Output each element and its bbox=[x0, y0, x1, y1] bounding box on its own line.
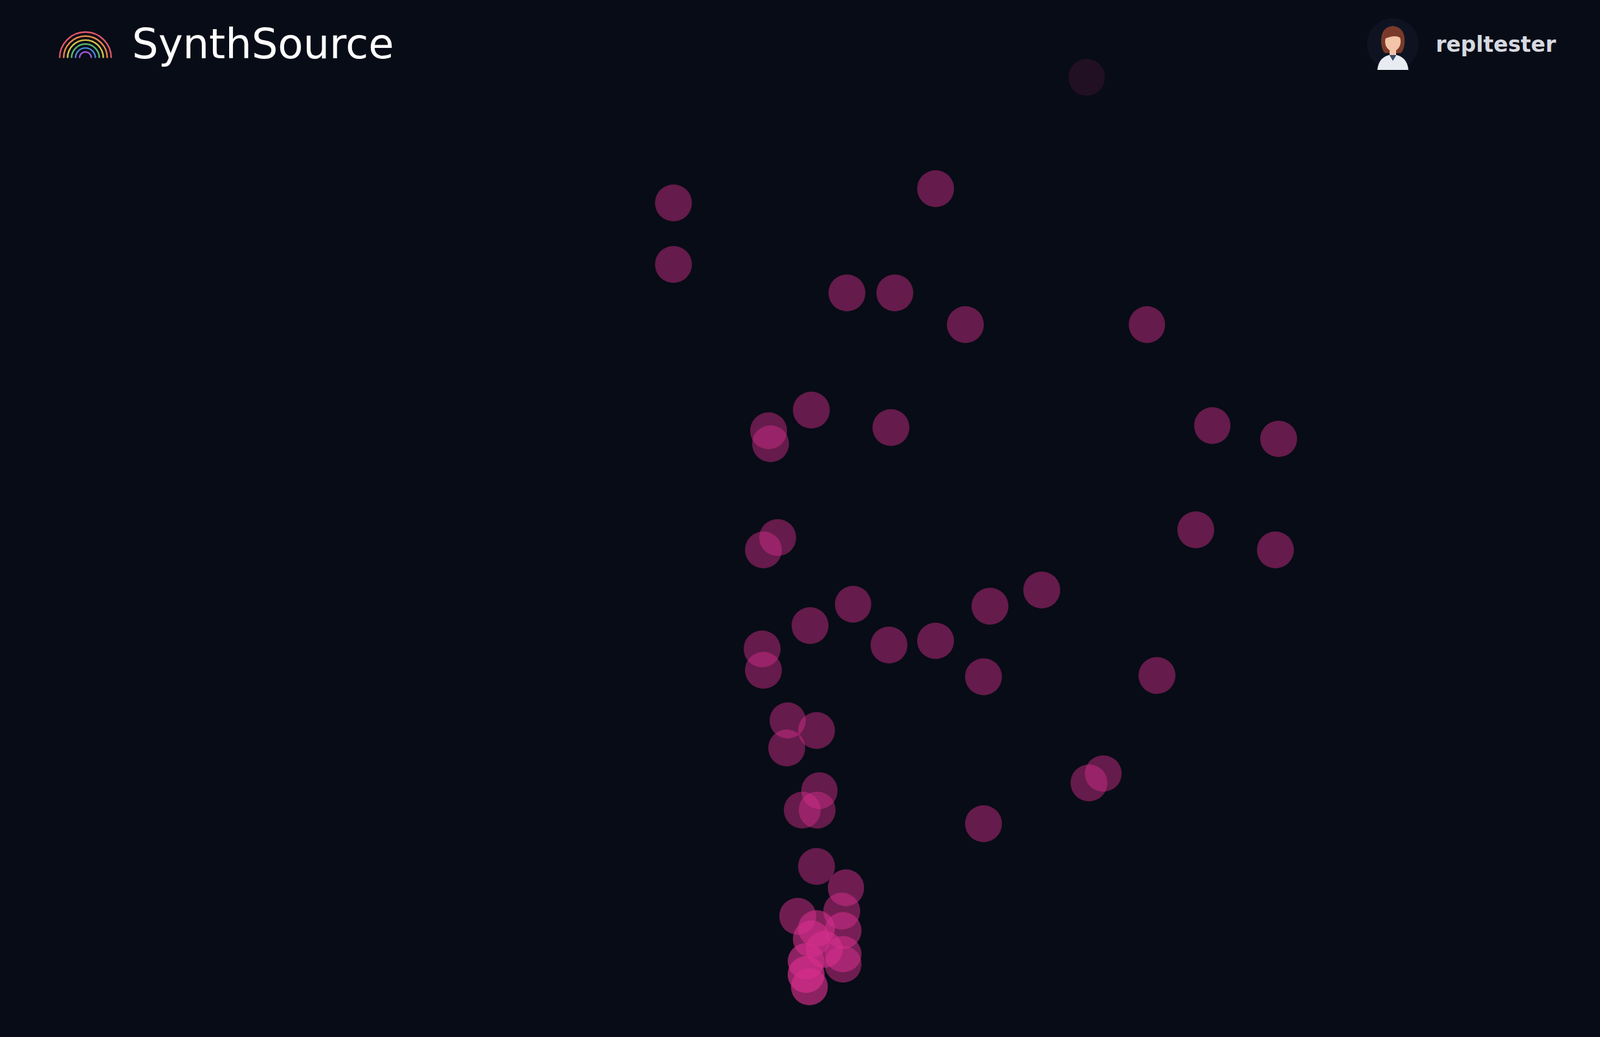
rainbow-logo-icon bbox=[55, 27, 116, 61]
particle bbox=[870, 626, 908, 664]
particle bbox=[971, 587, 1009, 625]
particle bbox=[834, 585, 872, 623]
particle bbox=[791, 607, 829, 645]
particle bbox=[1023, 571, 1061, 609]
particle bbox=[1177, 511, 1215, 549]
particle bbox=[876, 274, 914, 312]
user-avatar-icon bbox=[1366, 18, 1419, 70]
particle bbox=[1070, 764, 1108, 802]
particle bbox=[655, 245, 692, 283]
user-menu[interactable]: repltester bbox=[1366, 18, 1556, 70]
particle bbox=[965, 658, 1002, 696]
brand-name: SynthSource bbox=[132, 19, 395, 70]
particle bbox=[744, 531, 782, 569]
particle bbox=[744, 651, 782, 689]
brand[interactable]: SynthSource bbox=[55, 19, 395, 70]
particle bbox=[917, 170, 955, 208]
particle bbox=[1068, 58, 1106, 96]
particle bbox=[965, 805, 1002, 843]
page: SynthSource repltester bbox=[0, 0, 1600, 1037]
particle bbox=[824, 945, 862, 983]
particle bbox=[655, 184, 692, 222]
particle bbox=[1128, 306, 1166, 344]
particle bbox=[1194, 407, 1232, 445]
particle bbox=[752, 425, 789, 463]
user-name: repltester bbox=[1435, 31, 1556, 57]
particle bbox=[946, 306, 984, 344]
header: SynthSource repltester bbox=[0, 0, 1600, 70]
particle bbox=[1256, 531, 1294, 569]
particle bbox=[790, 968, 828, 1006]
particle bbox=[828, 274, 866, 312]
particle bbox=[792, 391, 830, 429]
particle bbox=[1138, 656, 1176, 694]
particle bbox=[798, 791, 836, 829]
particle bbox=[872, 409, 910, 446]
particle bbox=[917, 622, 955, 660]
particle-canvas[interactable] bbox=[0, 0, 1600, 1037]
particle bbox=[768, 729, 806, 767]
particle bbox=[1260, 420, 1298, 458]
